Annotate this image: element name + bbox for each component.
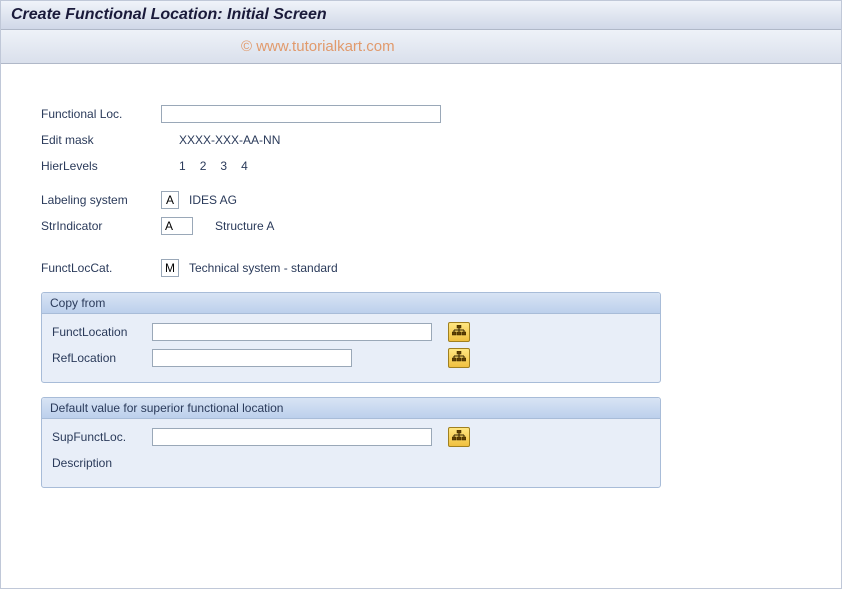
row-labeling-system: Labeling system IDES AG [41, 190, 801, 210]
toolbar-strip: © www.tutorialkart.com [1, 30, 841, 64]
sup-funct-loc-structure-button[interactable] [448, 427, 470, 447]
watermark-text: © www.tutorialkart.com [241, 38, 395, 55]
funct-location-input[interactable] [152, 323, 432, 341]
ref-location-input[interactable] [152, 349, 352, 367]
group-default-value: Default value for superior functional lo… [41, 397, 661, 488]
row-hier-levels: HierLevels 1 2 3 4 [41, 156, 801, 176]
row-ref-location: RefLocation [42, 348, 650, 368]
row-funct-loc-cat: FunctLocCat. Technical system - standard [41, 258, 801, 278]
hier-level-4: 4 [241, 159, 248, 173]
hierarchy-icon [452, 430, 466, 445]
hier-level-1: 1 [179, 159, 186, 173]
funct-loc-cat-desc: Technical system - standard [189, 261, 338, 275]
functional-loc-label: Functional Loc. [41, 107, 161, 121]
description-label: Description [42, 456, 152, 470]
hier-levels-values: 1 2 3 4 [179, 159, 248, 173]
functional-loc-input[interactable] [161, 105, 441, 123]
str-indicator-desc: Structure A [215, 219, 274, 233]
content-area: Functional Loc. Edit mask XXXX-XXX-AA-NN… [1, 64, 841, 508]
labeling-system-label: Labeling system [41, 193, 161, 207]
hierarchy-icon [452, 351, 466, 366]
hierarchy-icon [452, 325, 466, 340]
edit-mask-label: Edit mask [41, 133, 161, 147]
labeling-system-desc: IDES AG [189, 193, 237, 207]
row-str-indicator: StrIndicator Structure A [41, 216, 801, 236]
row-edit-mask: Edit mask XXXX-XXX-AA-NN [41, 130, 801, 150]
funct-loc-cat-label: FunctLocCat. [41, 261, 161, 275]
ref-location-label: RefLocation [42, 351, 152, 365]
funct-location-label: FunctLocation [42, 325, 152, 339]
labeling-system-input[interactable] [161, 191, 179, 209]
hier-levels-label: HierLevels [41, 159, 161, 173]
funct-location-structure-button[interactable] [448, 322, 470, 342]
row-funct-location: FunctLocation [42, 322, 650, 342]
str-indicator-label: StrIndicator [41, 219, 161, 233]
row-sup-funct-loc: SupFunctLoc. [42, 427, 650, 447]
edit-mask-value: XXXX-XXX-AA-NN [179, 133, 280, 147]
group-copy-from-title: Copy from [42, 293, 660, 314]
page-title: Create Functional Location: Initial Scre… [11, 6, 327, 23]
sup-funct-loc-input[interactable] [152, 428, 432, 446]
ref-location-structure-button[interactable] [448, 348, 470, 368]
hier-level-2: 2 [200, 159, 207, 173]
str-indicator-input[interactable] [161, 217, 193, 235]
group-default-value-title: Default value for superior functional lo… [42, 398, 660, 419]
window-title-bar: Create Functional Location: Initial Scre… [1, 1, 841, 30]
hier-level-3: 3 [220, 159, 227, 173]
row-functional-loc: Functional Loc. [41, 104, 801, 124]
group-copy-from: Copy from FunctLocation RefLocation [41, 292, 661, 383]
row-description: Description [42, 453, 650, 473]
funct-loc-cat-input[interactable] [161, 259, 179, 277]
sup-funct-loc-label: SupFunctLoc. [42, 430, 152, 444]
